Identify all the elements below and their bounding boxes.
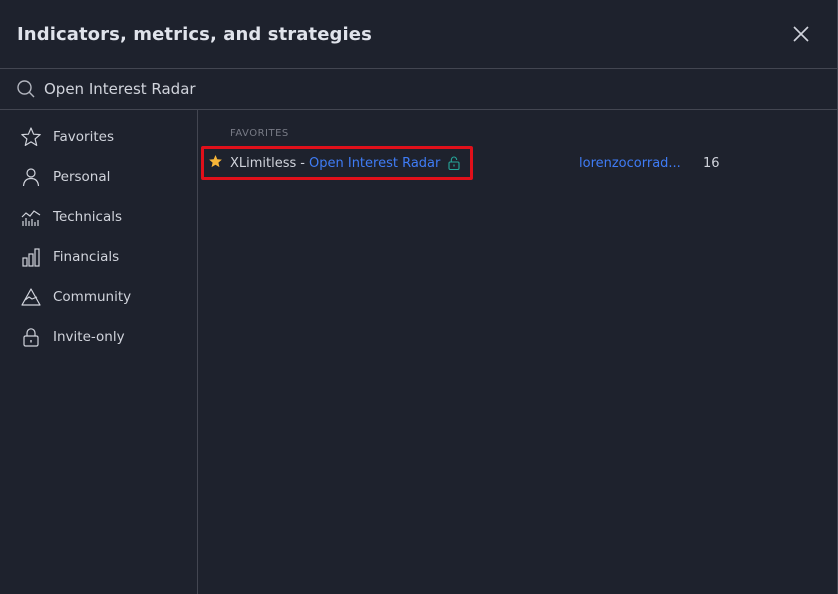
indicators-dialog: Indicators, metrics, and strategies Favo… [0,0,838,594]
sidebar-item-favorites[interactable]: Favorites [0,117,197,157]
likes-count: 16 [703,155,720,171]
title-separator: - [300,155,305,171]
category-sidebar: Favorites Personal Technicals Financials… [0,110,198,594]
script-name[interactable]: Open Interest Radar [309,156,440,171]
person-icon [20,166,42,188]
favorite-star-icon[interactable] [208,154,223,169]
sidebar-item-label: Personal [53,169,111,185]
result-row[interactable]: XLimitless - Open Interest Radar lorenzo… [198,146,837,180]
bar-chart-icon [20,246,42,268]
sidebar-item-technicals[interactable]: Technicals [0,197,197,237]
section-header-favorites: FAVORITES [230,128,289,139]
results-panel: FAVORITES XLimitless - Open Interest Rad… [198,110,837,594]
search-input[interactable] [44,80,804,98]
lock-icon [20,326,42,348]
sidebar-item-community[interactable]: Community [0,277,197,317]
community-mountain-icon [20,286,42,308]
star-outline-icon [20,126,42,148]
sidebar-item-label: Financials [53,249,120,265]
technicals-chart-icon [20,206,42,228]
script-author: XLimitless [230,155,297,171]
search-bar [0,69,837,110]
dialog-title: Indicators, metrics, and strategies [17,23,372,45]
sidebar-item-label: Invite-only [53,329,125,345]
sidebar-item-label: Community [53,289,132,305]
sidebar-item-personal[interactable]: Personal [0,157,197,197]
sidebar-item-invite-only[interactable]: Invite-only [0,317,197,357]
dialog-body: Favorites Personal Technicals Financials… [0,110,837,594]
unlocked-icon [448,156,460,170]
sidebar-item-financials[interactable]: Financials [0,237,197,277]
script-title[interactable]: XLimitless - Open Interest Radar [230,156,460,171]
sidebar-item-label: Favorites [53,129,114,145]
sidebar-item-label: Technicals [53,209,123,225]
close-icon [793,26,809,42]
script-owner-link[interactable]: lorenzocorrad... [579,156,681,171]
dialog-header: Indicators, metrics, and strategies [0,0,837,69]
search-icon [17,80,35,98]
close-button[interactable] [791,24,811,44]
